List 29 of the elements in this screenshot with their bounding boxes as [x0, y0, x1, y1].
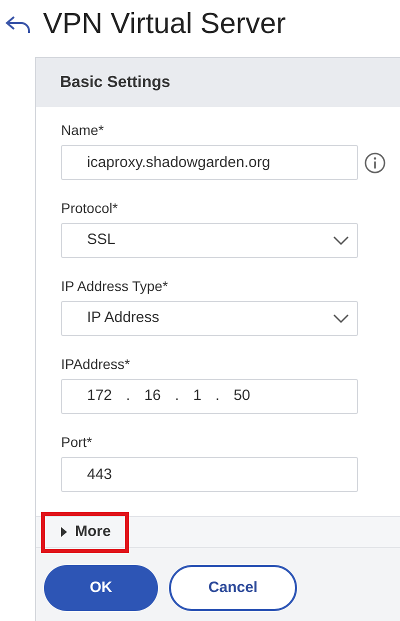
cancel-button[interactable]: Cancel: [169, 565, 297, 611]
ip-octet: 172: [87, 386, 112, 406]
ip-octet: 16: [144, 386, 161, 406]
ip-separator: .: [215, 386, 220, 406]
ip-separator: .: [126, 386, 130, 406]
chevron-down-icon: [333, 236, 349, 246]
octet-input-field[interactable]: 172 . 16 . 1 . 50: [61, 379, 358, 414]
page-title: VPN Virtual Server: [43, 7, 286, 42]
info-icon[interactable]: [364, 152, 386, 174]
ip-separator: .: [174, 386, 180, 406]
ip-octet: 1: [193, 386, 202, 406]
section-title: Basic Settings: [60, 72, 170, 92]
select-value: IP Address: [87, 308, 160, 328]
ip-octet: 50: [234, 386, 250, 406]
select-field[interactable]: IP Address: [61, 301, 358, 336]
text-field[interactable]: icaproxy.shadowgarden.org: [61, 145, 358, 180]
caret-icon: [61, 527, 67, 537]
field-label: IP Address Type*: [61, 277, 169, 295]
back-arrow-icon[interactable]: [5, 15, 33, 35]
field-label: Port*: [61, 433, 94, 451]
ok-button[interactable]: OK: [44, 565, 158, 611]
field-label: Name*: [61, 121, 105, 139]
chevron-down-icon: [333, 314, 349, 324]
more-toggle[interactable]: More: [36, 520, 111, 544]
select-value: SSL: [87, 230, 116, 250]
field-label: Protocol*: [61, 199, 119, 217]
field-label: IPAddress*: [61, 355, 131, 373]
text-field[interactable]: 443: [61, 457, 358, 492]
select-field[interactable]: SSL: [61, 223, 358, 258]
